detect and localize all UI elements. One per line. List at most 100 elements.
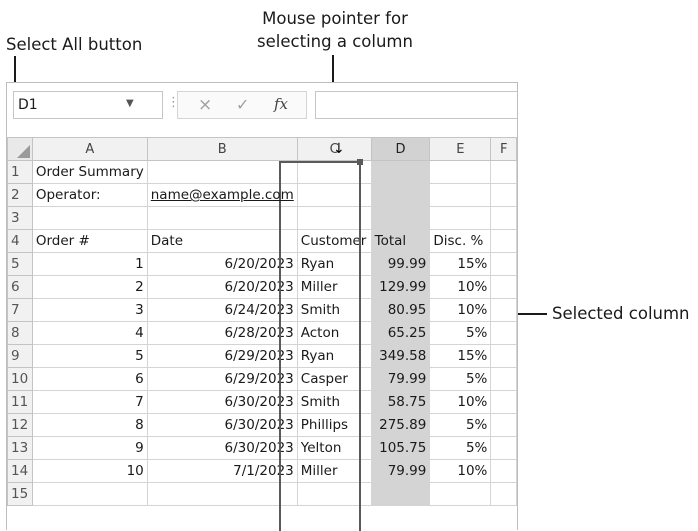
cell-f6[interactable] xyxy=(490,275,517,299)
cell-d3[interactable] xyxy=(370,206,431,230)
cell-d8[interactable]: 65.25 xyxy=(370,321,431,345)
row-header-10[interactable]: 10 xyxy=(7,367,33,391)
cell-d12[interactable]: 275.89 xyxy=(370,413,431,437)
row-header-13[interactable]: 13 xyxy=(7,436,33,460)
column-header-a[interactable]: A xyxy=(31,137,148,161)
cell-b11[interactable]: 6/30/2023 xyxy=(146,390,298,414)
formula-input[interactable] xyxy=(315,91,517,119)
cell-e2[interactable] xyxy=(429,183,492,207)
cell-c10[interactable]: Casper xyxy=(296,367,372,391)
cell-a2[interactable]: Operator: xyxy=(31,183,148,207)
cell-c2[interactable] xyxy=(296,183,372,207)
cell-e14[interactable]: 10% xyxy=(429,459,492,483)
cell-d11[interactable]: 58.75 xyxy=(370,390,431,414)
column-header-b[interactable]: B xyxy=(146,137,298,161)
cell-c6[interactable]: Miller xyxy=(296,275,372,299)
cell-e4[interactable]: Disc. % xyxy=(429,229,492,253)
cell-f5[interactable] xyxy=(490,252,517,276)
cell-b9[interactable]: 6/29/2023 xyxy=(146,344,298,368)
cell-a13[interactable]: 9 xyxy=(31,436,148,460)
enter-icon[interactable]: ✓ xyxy=(236,95,249,114)
column-header-e[interactable]: E xyxy=(429,137,492,161)
row-header-11[interactable]: 11 xyxy=(7,390,33,414)
cell-b10[interactable]: 6/29/2023 xyxy=(146,367,298,391)
cell-b6[interactable]: 6/20/2023 xyxy=(146,275,298,299)
cell-e13[interactable]: 5% xyxy=(429,436,492,460)
cell-c1[interactable] xyxy=(296,160,372,184)
cell-a12[interactable]: 8 xyxy=(31,413,148,437)
cell-c15[interactable] xyxy=(296,482,372,506)
cell-d6[interactable]: 129.99 xyxy=(370,275,431,299)
cell-f10[interactable] xyxy=(490,367,517,391)
cell-a5[interactable]: 1 xyxy=(31,252,148,276)
cell-f15[interactable] xyxy=(490,482,517,506)
cell-b12[interactable]: 6/30/2023 xyxy=(146,413,298,437)
cell-c4[interactable]: Customer xyxy=(296,229,372,253)
row-header-5[interactable]: 5 xyxy=(7,252,33,276)
name-box[interactable]: D1 ▼ xyxy=(13,91,163,119)
cell-c3[interactable] xyxy=(296,206,372,230)
row-header-3[interactable]: 3 xyxy=(7,206,33,230)
cell-f4[interactable] xyxy=(490,229,517,253)
cell-f11[interactable] xyxy=(490,390,517,414)
cell-d9[interactable]: 349.58 xyxy=(370,344,431,368)
row-header-7[interactable]: 7 xyxy=(7,298,33,322)
cell-f13[interactable] xyxy=(490,436,517,460)
cell-f12[interactable] xyxy=(490,413,517,437)
row-header-8[interactable]: 8 xyxy=(7,321,33,345)
select-all-button[interactable] xyxy=(7,137,33,161)
chevron-down-icon[interactable]: ▼ xyxy=(126,98,134,109)
cell-a11[interactable]: 7 xyxy=(31,390,148,414)
cell-d2[interactable] xyxy=(370,183,431,207)
cell-c12[interactable]: Phillips xyxy=(296,413,372,437)
row-header-1[interactable]: 1 xyxy=(7,160,33,184)
cell-b8[interactable]: 6/28/2023 xyxy=(146,321,298,345)
cell-a4[interactable]: Order # xyxy=(31,229,148,253)
insert-function-icon[interactable]: fx xyxy=(274,95,288,113)
cell-f8[interactable] xyxy=(490,321,517,345)
cell-b4[interactable]: Date xyxy=(146,229,298,253)
cell-f14[interactable] xyxy=(490,459,517,483)
row-header-6[interactable]: 6 xyxy=(7,275,33,299)
cell-b3[interactable] xyxy=(146,206,298,230)
cell-f9[interactable] xyxy=(490,344,517,368)
column-header-f[interactable]: F xyxy=(490,137,517,161)
cell-a3[interactable] xyxy=(31,206,148,230)
cell-a8[interactable]: 4 xyxy=(31,321,148,345)
cell-e3[interactable] xyxy=(429,206,492,230)
cell-d1[interactable] xyxy=(370,160,431,184)
cell-d13[interactable]: 105.75 xyxy=(370,436,431,460)
row-header-4[interactable]: 4 xyxy=(7,229,33,253)
cell-c13[interactable]: Yelton xyxy=(296,436,372,460)
cell-c11[interactable]: Smith xyxy=(296,390,372,414)
cell-d15[interactable] xyxy=(370,482,431,506)
cell-c9[interactable]: Ryan xyxy=(296,344,372,368)
cell-d14[interactable]: 79.99 xyxy=(370,459,431,483)
cell-a14[interactable]: 10 xyxy=(31,459,148,483)
cell-d7[interactable]: 80.95 xyxy=(370,298,431,322)
cell-f1[interactable] xyxy=(490,160,517,184)
cell-e15[interactable] xyxy=(429,482,492,506)
cell-b1[interactable] xyxy=(146,160,298,184)
cell-d4[interactable]: Total xyxy=(370,229,431,253)
cancel-icon[interactable]: × xyxy=(198,95,212,115)
row-header-12[interactable]: 12 xyxy=(7,413,33,437)
cell-c8[interactable]: Acton xyxy=(296,321,372,345)
cell-f2[interactable] xyxy=(490,183,517,207)
cell-e11[interactable]: 10% xyxy=(429,390,492,414)
row-header-15[interactable]: 15 xyxy=(7,482,33,506)
cell-a1[interactable]: Order Summary xyxy=(31,160,148,184)
cell-e5[interactable]: 15% xyxy=(429,252,492,276)
cell-f7[interactable] xyxy=(490,298,517,322)
cell-b15[interactable] xyxy=(146,482,298,506)
cell-b2[interactable]: name@example.com xyxy=(146,183,298,207)
cell-c7[interactable]: Smith xyxy=(296,298,372,322)
cell-f3[interactable] xyxy=(490,206,517,230)
cell-a15[interactable] xyxy=(31,482,148,506)
row-header-2[interactable]: 2 xyxy=(7,183,33,207)
row-header-9[interactable]: 9 xyxy=(7,344,33,368)
cell-d10[interactable]: 79.99 xyxy=(370,367,431,391)
column-header-d[interactable]: D xyxy=(370,137,431,161)
row-header-14[interactable]: 14 xyxy=(7,459,33,483)
cell-b7[interactable]: 6/24/2023 xyxy=(146,298,298,322)
